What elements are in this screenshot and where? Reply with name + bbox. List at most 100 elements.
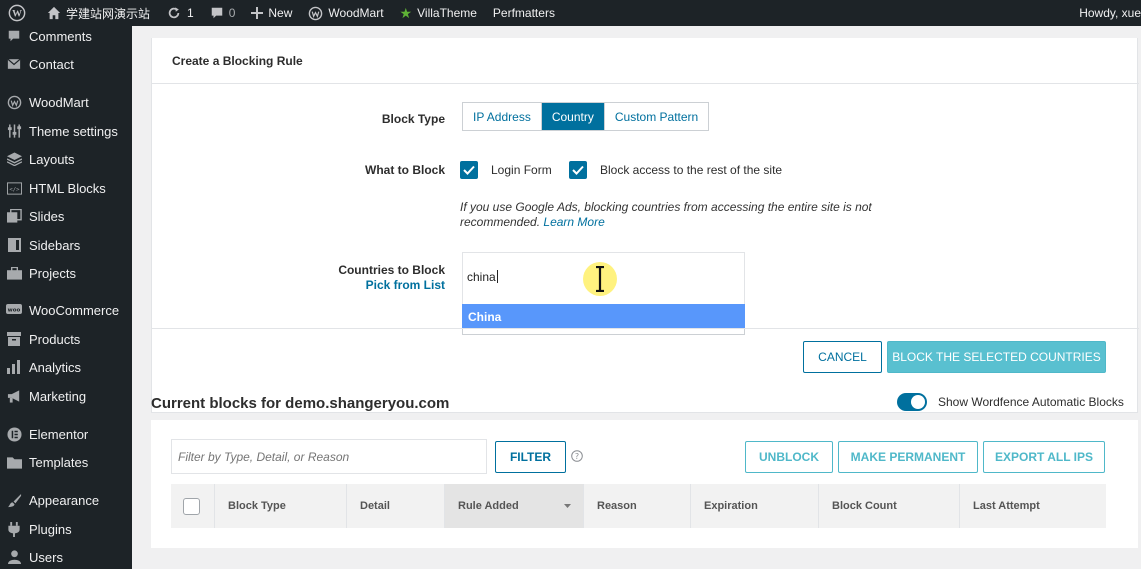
block-type-ip-address[interactable]: IP Address [463, 103, 542, 130]
plug-icon [6, 521, 22, 537]
sidebar-item-templates[interactable]: Templates [0, 449, 132, 475]
column-header[interactable]: Block Type [215, 484, 347, 528]
sidebar-icon [6, 237, 22, 253]
bar-chart-icon [6, 359, 22, 375]
sidebar-item-marketing[interactable]: Marketing [0, 383, 132, 409]
sidebar-item-label: Layouts [29, 151, 75, 167]
sidebar-item-woocommerce[interactable]: woo WooCommerce [0, 297, 132, 323]
login-form-checkbox[interactable] [460, 161, 478, 179]
sidebar-item-html-blocks[interactable]: </> HTML Blocks [0, 175, 132, 201]
card-title: Create a Blocking Rule [172, 54, 303, 68]
sidebar-item-label: Comments [29, 28, 92, 44]
form-footer-divider [152, 328, 1139, 329]
admin-sidebar: Comments Contact WoodMart Theme settings… [0, 26, 132, 569]
make-permanent-button[interactable]: MAKE PERMANENT [838, 441, 978, 473]
checkmark-icon [572, 165, 584, 175]
updates-link[interactable]: 1 [158, 0, 202, 26]
sidebar-item-label: WooCommerce [29, 302, 120, 318]
sidebar-item-appearance[interactable]: Appearance [0, 487, 132, 513]
sidebar-item-label: Analytics [29, 359, 82, 375]
new-content-link[interactable]: New [243, 0, 300, 26]
column-header[interactable]: Expiration [691, 484, 819, 528]
sidebar-item-theme-settings[interactable]: Theme settings [0, 118, 132, 144]
sidebar-item-plugins[interactable]: Plugins [0, 516, 132, 542]
filter-button[interactable]: FILTER [495, 441, 566, 473]
sort-down-icon [564, 504, 571, 508]
sidebar-item-woodmart[interactable]: WoodMart [0, 89, 132, 115]
svg-text:W: W [12, 9, 22, 20]
column-header[interactable]: Detail [347, 484, 445, 528]
account-menu[interactable]: Howdy, xue [1071, 0, 1141, 26]
column-header-sorted[interactable]: Rule Added [445, 484, 584, 528]
block-selected-countries-button[interactable]: BLOCK THE SELECTED COUNTRIES [887, 341, 1106, 373]
sidebar-item-label: Plugins [29, 521, 72, 537]
woo-icon: woo [6, 302, 22, 318]
sidebar-item-label: Appearance [29, 492, 100, 508]
sidebar-item-label: Templates [29, 454, 89, 470]
sidebar-item-products[interactable]: Products [0, 326, 132, 352]
column-header[interactable]: Block Count [819, 484, 960, 528]
sidebar-item-label: WoodMart [29, 94, 89, 110]
help-icon[interactable]: ? [571, 450, 583, 462]
blocks-table-header: Block Type Detail Rule Added Reason Expi… [171, 484, 1106, 528]
sidebar-item-sidebars[interactable]: Sidebars [0, 232, 132, 258]
sidebar-item-label: Slides [29, 208, 65, 224]
plus-icon [251, 7, 264, 19]
layers-icon [6, 151, 22, 167]
archive-icon [6, 331, 22, 347]
main-content: Create a Blocking Rule Block Type IP Add… [132, 26, 1141, 569]
cancel-button[interactable]: CANCEL [803, 341, 882, 373]
user-icon [6, 549, 22, 565]
sidebar-item-label: Products [29, 331, 81, 347]
sidebar-item-elementor[interactable]: Elementor [0, 421, 132, 447]
automatic-blocks-toggle[interactable] [897, 393, 927, 411]
current-blocks-card: FILTER ? UNBLOCK MAKE PERMANENT EXPORT A… [151, 420, 1138, 548]
column-header[interactable]: Reason [584, 484, 691, 528]
current-blocks-title: Current blocks for demo.shangeryou.com [151, 395, 450, 412]
sidebar-item-label: Theme settings [29, 123, 118, 139]
sidebar-item-label: Users [29, 549, 63, 565]
sidebar-item-contact[interactable]: Contact [0, 51, 132, 77]
sidebar-item-projects[interactable]: Projects [0, 260, 132, 286]
woodmart-icon [6, 94, 22, 110]
woodmart-link[interactable]: WoodMart [300, 0, 391, 26]
svg-text:?: ? [575, 452, 579, 461]
woodmart-label: WoodMart [328, 6, 384, 20]
perfmatters-label: Perfmatters [492, 6, 555, 20]
what-to-block-label: What to Block [365, 163, 445, 177]
block-type-custom-pattern[interactable]: Custom Pattern [604, 103, 709, 130]
new-label: New [268, 6, 293, 20]
comments-count: 0 [228, 6, 236, 20]
sidebar-item-slides[interactable]: Slides [0, 203, 132, 229]
villatheme-label: VillaTheme [417, 6, 477, 20]
learn-more-link[interactable]: Learn More [543, 215, 604, 229]
howdy-label: Howdy, xue [1079, 6, 1141, 20]
select-all-cell [171, 484, 215, 528]
block-rest-checkbox[interactable] [569, 161, 587, 179]
sidebar-item-label: Sidebars [29, 237, 81, 253]
perfmatters-link[interactable]: Perfmatters [485, 0, 563, 26]
column-header-label: Rule Added [458, 500, 519, 512]
country-suggestion-item[interactable]: China [462, 304, 745, 329]
sidebar-item-comments[interactable]: Comments [0, 23, 132, 49]
export-all-ips-button[interactable]: EXPORT ALL IPS [983, 441, 1105, 473]
svg-text:woo: woo [8, 308, 21, 314]
automatic-blocks-label: Show Wordfence Automatic Blocks [938, 395, 1124, 409]
toggle-knob [911, 395, 925, 409]
text-caret [497, 270, 498, 283]
block-type-country[interactable]: Country [541, 103, 605, 130]
villatheme-link[interactable]: ★ VillaTheme [392, 0, 485, 26]
sidebar-item-layouts[interactable]: Layouts [0, 146, 132, 172]
select-all-checkbox[interactable] [183, 497, 200, 515]
sidebar-item-label: Elementor [29, 426, 89, 442]
unblock-button[interactable]: UNBLOCK [745, 441, 833, 473]
blocking-rule-card: Create a Blocking Rule Block Type IP Add… [151, 38, 1139, 413]
pick-from-list-link[interactable]: Pick from List [366, 278, 445, 292]
column-header[interactable]: Last Attempt [960, 484, 1106, 528]
sidebar-item-analytics[interactable]: Analytics [0, 354, 132, 380]
woodmart-circle-icon [309, 6, 323, 20]
slides-icon [6, 208, 22, 224]
filter-input[interactable] [171, 439, 487, 474]
comments-link[interactable]: 0 [202, 0, 244, 26]
sidebar-item-users[interactable]: Users [0, 544, 132, 569]
